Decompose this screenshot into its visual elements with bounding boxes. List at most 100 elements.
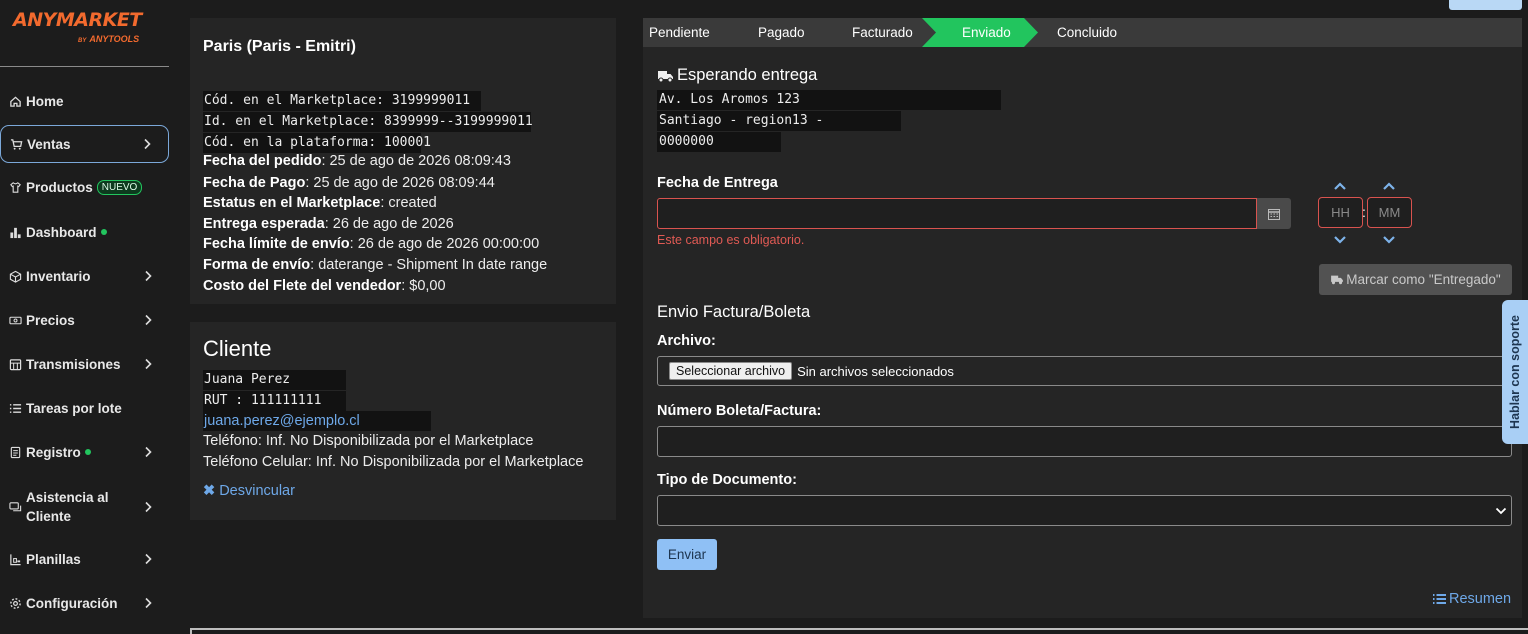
cart-icon — [9, 137, 23, 151]
delivery-date-input[interactable] — [657, 198, 1257, 229]
client-email-link[interactable]: juana.perez@ejemplo.cl — [203, 411, 431, 431]
shipping-method: Forma de envío: daterange - Shipment In … — [203, 257, 548, 273]
payment-date: Fecha de Pago: 25 de ago de 2026 08:09:4… — [203, 175, 495, 191]
calendar-button[interactable] — [1257, 198, 1291, 229]
sidebar-item-label: Ventas — [27, 136, 71, 152]
truck-icon — [658, 70, 673, 82]
expected-delivery: Entrega esperada: 26 de ago de 2026 — [203, 216, 454, 232]
sidebar-item-label: Transmisiones — [26, 356, 121, 372]
invoice-number-label: Número Boleta/Factura: — [657, 403, 822, 419]
summary-label: Resumen — [1449, 591, 1512, 607]
sidebar-item-inventario[interactable]: Inventario — [0, 257, 169, 295]
sidebar-item-tareas-por-lote[interactable]: Tareas por lote — [0, 389, 169, 427]
close-icon: ✖ — [203, 483, 216, 499]
brand-logo[interactable]: ANYMARKET BY ANYTOOLS — [13, 9, 153, 44]
sidebar-item-label: Home — [26, 93, 64, 109]
sidebar-item-configuracion[interactable]: Configuración — [0, 584, 169, 622]
chevron-right-icon — [145, 597, 152, 609]
address-line: Av. Los Aromos 123 — [657, 90, 1001, 110]
unlink-button[interactable]: ✖ Desvincular — [203, 483, 295, 499]
sidebar-item-asistencia[interactable]: Asistencia al Cliente — [0, 487, 169, 527]
shirt-icon — [8, 180, 22, 194]
doc-type-select[interactable] — [657, 495, 1512, 526]
hour-down-icon[interactable] — [1333, 235, 1347, 245]
client-card: Cliente Juana Perez RUT : 111111111 juan… — [190, 322, 616, 520]
brand-name: ANYMARKET — [13, 9, 142, 31]
sidebar-item-transmisiones[interactable]: Transmisiones — [0, 345, 169, 383]
address-line: Santiago - region13 - — [657, 111, 901, 131]
sidebar-item-label: Productos — [26, 179, 93, 195]
support-tab[interactable]: Hablar con soporte — [1502, 300, 1528, 444]
step-concluido[interactable]: Concluido — [1057, 18, 1117, 47]
step-facturado[interactable]: Facturado — [852, 18, 913, 47]
list-icon — [8, 401, 22, 415]
send-button[interactable]: Enviar — [657, 539, 717, 570]
mark-delivered-label: Marcar como "Entregado" — [1346, 272, 1501, 287]
minute-input[interactable]: MM — [1367, 197, 1412, 228]
step-label: Enviado — [962, 25, 1011, 40]
support-label: Hablar con soporte — [1508, 315, 1522, 429]
calendar-grid-icon — [8, 357, 22, 371]
chevron-right-icon — [145, 314, 152, 326]
sidebar-item-dashboard[interactable]: Dashboard — [0, 213, 169, 251]
chevron-right-icon — [145, 358, 152, 370]
step-pagado[interactable]: Pagado — [758, 18, 805, 47]
marketplace-id: Id. en el Marketplace: 8399999--31999990… — [203, 112, 533, 132]
sidebar-item-label: Asistencia al Cliente — [26, 490, 109, 524]
hour-input[interactable]: HH — [1318, 197, 1363, 228]
chat-icon — [8, 500, 22, 514]
file-label: Archivo: — [657, 333, 716, 349]
sidebar-item-registro[interactable]: Registro — [0, 433, 169, 471]
sidebar-item-home[interactable]: Home — [0, 82, 169, 120]
brand-byline: BY ANYTOOLS — [78, 34, 140, 44]
shipping-cost: Costo del Flete del vendedor: $0,00 — [203, 278, 446, 294]
home-icon — [8, 94, 22, 108]
order-date: Fecha del pedido: 25 de ago de 2026 08:0… — [203, 153, 511, 169]
waiting-delivery-title: Esperando entrega — [657, 66, 817, 85]
sidebar-item-precios[interactable]: Precios — [0, 301, 169, 339]
sidebar-item-label: Tareas por lote — [26, 400, 122, 416]
delivery-date-label: Fecha de Entrega — [657, 175, 778, 191]
minute-down-icon[interactable] — [1382, 235, 1396, 245]
summary-link[interactable]: Resumen — [1432, 591, 1511, 607]
calendar-icon — [1268, 208, 1280, 220]
waiting-delivery-label: Esperando entrega — [677, 66, 818, 84]
shipping-deadline: Fecha límite de envío: 26 de ago de 2026… — [203, 236, 540, 252]
chevron-down-icon — [1495, 507, 1507, 515]
order-details-card: Paris (Paris - Emitri) Cód. en el Market… — [190, 18, 616, 304]
required-error: Este campo es obligatorio. — [657, 233, 805, 247]
mark-delivered-button[interactable]: Marcar como "Entregado" — [1319, 264, 1512, 295]
marketplace-status: Estatus en el Marketplace: created — [203, 195, 437, 211]
box-icon — [8, 269, 22, 283]
marketplace-code: Cód. en el Marketplace: 3199999011 — [203, 91, 481, 111]
status-dot — [100, 229, 107, 235]
truck-icon — [1331, 275, 1344, 285]
sidebar-divider — [0, 66, 169, 67]
time-separator: : — [1362, 204, 1366, 220]
chevron-right-icon — [145, 553, 152, 565]
client-phone: Teléfono: Inf. No Disponibilizada por el… — [203, 433, 534, 449]
client-mobile: Teléfono Celular: Inf. No Disponibilizad… — [203, 454, 584, 470]
top-action-button[interactable] — [1449, 0, 1522, 10]
chevron-right-icon — [144, 138, 151, 150]
order-title: Paris (Paris - Emitri) — [203, 38, 356, 55]
chevron-right-icon — [145, 446, 152, 458]
sidebar-item-ventas[interactable]: Ventas — [0, 125, 169, 163]
minute-up-icon[interactable] — [1382, 181, 1396, 191]
sidebar: ANYMARKET BY ANYTOOLS Home Ventas Product… — [0, 0, 178, 634]
sidebar-item-planillas[interactable]: Planillas — [0, 540, 169, 578]
hour-up-icon[interactable] — [1333, 181, 1347, 191]
sidebar-item-productos[interactable]: Productos NUEVO — [0, 168, 169, 206]
client-title: Cliente — [203, 336, 272, 361]
select-file-button[interactable]: Seleccionar archivo — [669, 362, 793, 380]
document-icon — [8, 445, 22, 459]
invoice-number-input[interactable] — [657, 426, 1512, 457]
sidebar-item-label: Inventario — [26, 268, 91, 284]
step-enviado[interactable]: Enviado — [922, 18, 1040, 47]
file-upload-field[interactable]: Seleccionar archivo Sin archivos selecci… — [657, 356, 1512, 386]
bar-chart-icon — [8, 225, 22, 239]
spreadsheet-icon — [8, 552, 22, 566]
next-section-border — [190, 628, 1528, 634]
unlink-label: Desvincular — [219, 483, 295, 499]
step-pendiente[interactable]: Pendiente — [649, 18, 710, 47]
